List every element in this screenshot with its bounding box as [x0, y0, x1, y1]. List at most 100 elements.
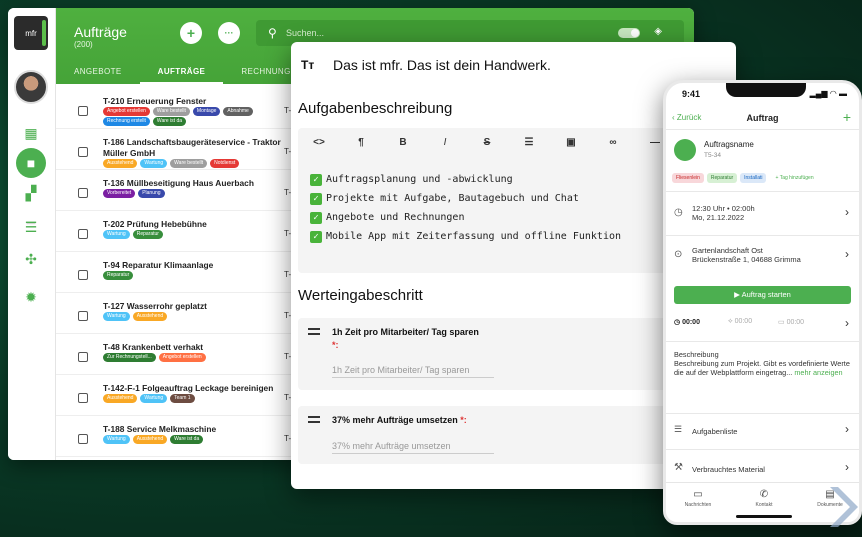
- strikethrough-icon[interactable]: S: [466, 128, 508, 158]
- row-title[interactable]: T-142-F-1 Folgeauftrag Leckage bereinige…: [103, 383, 273, 393]
- checklist-item: ✓ Angebote und Rechnungen: [310, 208, 621, 227]
- add-tag-link[interactable]: + Tag hinzufügen: [775, 175, 813, 181]
- row-checkbox[interactable]: [78, 147, 88, 157]
- description-title: Beschreibung: [674, 350, 719, 359]
- order-count: (200): [74, 40, 93, 49]
- address-row[interactable]: ⊙ Gartenlandschaft Ost Brückenstraße 1, …: [672, 243, 853, 273]
- divider: [666, 341, 859, 342]
- phone-tags: Fliesenlein Reparatur Installati + Tag hinz…: [672, 173, 814, 183]
- timer-row[interactable]: ◷ 00:00 ⟡ 00:00 ▭ 00:00 ›: [672, 315, 853, 333]
- value-field-1: 1h Zeit pro Mitarbeiter/ Tag sparen *:: [298, 318, 718, 390]
- show-more-link[interactable]: mehr anzeigen: [794, 368, 842, 377]
- search-input[interactable]: [286, 25, 486, 41]
- checkmark-icon: ✓: [310, 230, 322, 243]
- row-checkbox[interactable]: [78, 434, 88, 444]
- row-title[interactable]: T-127 Wasserrohr geplatzt: [103, 301, 207, 311]
- row-title[interactable]: T-202 Prüfung Hebebühne: [103, 219, 207, 229]
- row-checkbox[interactable]: [78, 352, 88, 362]
- paragraph-icon[interactable]: ¶: [340, 128, 382, 158]
- checklist-text: Projekte mit Aufgabe, Bautagebuch und Ch…: [326, 193, 579, 204]
- order-name: Auftragsname: [704, 140, 754, 149]
- row-title[interactable]: T-210 Erneuerung Fenster: [103, 96, 206, 106]
- chevron-right-icon: ›: [845, 422, 849, 436]
- image-icon[interactable]: ▣: [550, 128, 592, 158]
- divider: [666, 191, 859, 192]
- row-tags: Angebot erstellen Ware bestellt Montage Abn…: [103, 107, 253, 116]
- field-2-label: 37% mehr Aufträge umsetzen *:: [332, 415, 467, 425]
- mobile-phone: 9:41 ▂▄▆ ◠ ▬ Auftrag ‹ Zurück + Auftrags…: [663, 80, 862, 525]
- row-checkbox[interactable]: [78, 188, 88, 198]
- row-checkbox[interactable]: [78, 229, 88, 239]
- start-order-button[interactable]: ▶ Auftrag starten: [674, 286, 851, 304]
- status-badge[interactable]: Reparatur: [706, 173, 738, 183]
- row-checkbox[interactable]: [78, 106, 88, 116]
- time-row[interactable]: ◷ 12:30 Uhr • 02:00h Mo, 21.12.2022 ›: [672, 201, 853, 231]
- status-badge[interactable]: Fliesenlein: [672, 173, 704, 183]
- status-badge[interactable]: Installati: [740, 173, 767, 183]
- row-title[interactable]: T-48 Krankenbett verhakt: [103, 342, 203, 352]
- status-badge: Ware ist da: [152, 117, 187, 126]
- calendar-icon[interactable]: ▦: [22, 124, 40, 142]
- row-checkbox[interactable]: [78, 270, 88, 280]
- checklist-text: Auftragsplanung und -abwicklung: [326, 174, 513, 185]
- row-tags: Wartung Ausstehend Ware ist da: [103, 435, 204, 444]
- status-badge: Ausstehend: [132, 312, 168, 321]
- field-2-input[interactable]: [332, 438, 494, 454]
- row-title[interactable]: T-136 Müllbeseitigung Haus Auerbach: [103, 178, 254, 188]
- nav-contact[interactable]: ✆ Kontakt: [734, 489, 794, 508]
- sliders-icon[interactable]: ☰: [22, 218, 40, 236]
- status-badge: Planung: [138, 189, 165, 198]
- phone-icon: ✆: [759, 489, 769, 500]
- bold-icon[interactable]: B: [382, 128, 424, 158]
- briefcase-icon[interactable]: ■: [16, 148, 46, 178]
- fan-icon[interactable]: ✣: [22, 250, 40, 268]
- status-badge: Angebot erstellen: [158, 353, 206, 362]
- add-button[interactable]: +: [843, 109, 851, 125]
- row-title[interactable]: T-94 Reparatur Klimaanlage: [103, 260, 213, 270]
- mfr-logo[interactable]: mfr: [14, 16, 48, 50]
- divider: [666, 449, 859, 450]
- divider: [666, 235, 859, 236]
- nav-messages[interactable]: ▭ Nachrichten: [668, 489, 728, 508]
- user-avatar[interactable]: [14, 70, 48, 104]
- drag-handle-icon[interactable]: [308, 416, 320, 423]
- phone-notch: [726, 83, 806, 97]
- status-icons: ▂▄▆ ◠ ▬: [809, 89, 847, 98]
- status-badge: Ausstehend: [103, 159, 138, 168]
- dashboard-icon[interactable]: ▞: [22, 184, 40, 202]
- italic-icon[interactable]: I: [424, 128, 466, 158]
- status-badge: Ausstehend: [132, 435, 168, 444]
- more-options-button[interactable]: ···: [218, 22, 240, 44]
- editor-toolbar: <> ¶ B I S ☰ ▣ ∞ — ✖: [298, 128, 718, 158]
- tag-icon[interactable]: ◈: [654, 26, 662, 37]
- status-badge: Angebot erstellen: [103, 107, 150, 116]
- row-title[interactable]: T-188 Service Melkmaschine: [103, 424, 216, 434]
- material-label: Verbrauchtes Material: [692, 465, 765, 474]
- row-title[interactable]: T-186 Landschaftsbaugeräteservice - Trak…: [103, 137, 281, 147]
- chat-icon: ▭: [693, 489, 703, 500]
- checkmark-icon: ✓: [310, 192, 322, 205]
- row-checkbox[interactable]: [78, 311, 88, 321]
- checkmark-icon: ✓: [310, 173, 322, 186]
- row-title-line-2[interactable]: Müller GmbH: [103, 148, 155, 158]
- list-icon[interactable]: ☰: [508, 128, 550, 158]
- code-icon[interactable]: <>: [298, 128, 340, 158]
- rich-text-editor[interactable]: <> ¶ B I S ☰ ▣ ∞ — ✖ ✓ Auftragsplanung un…: [298, 128, 718, 273]
- back-button[interactable]: ‹ Zurück: [672, 113, 701, 122]
- status-badge: Wartung: [103, 230, 130, 239]
- chevron-right-icon: ›: [845, 460, 849, 474]
- drag-handle-icon[interactable]: [308, 328, 320, 335]
- order-avatar: [674, 139, 696, 161]
- tab-auftraege[interactable]: AUFTRÄGE: [139, 64, 224, 84]
- add-order-button[interactable]: +: [180, 22, 202, 44]
- link-icon[interactable]: ∞: [592, 128, 634, 158]
- field-1-input[interactable]: [332, 362, 494, 378]
- material-row[interactable]: ⚒ Verbrauchtes Material ›: [672, 459, 853, 479]
- row-checkbox[interactable]: [78, 393, 88, 403]
- gear-icon[interactable]: ✹: [22, 288, 40, 306]
- filter-toggle[interactable]: [618, 28, 640, 38]
- description: Beschreibung Beschreibung zum Projekt. G…: [674, 350, 851, 377]
- tab-angebote[interactable]: ANGEBOTE: [56, 64, 140, 84]
- row-tags: Rechnung erstellt Ware ist da: [103, 117, 187, 126]
- tasklist-row[interactable]: ☰ Aufgabenliste ›: [672, 421, 853, 441]
